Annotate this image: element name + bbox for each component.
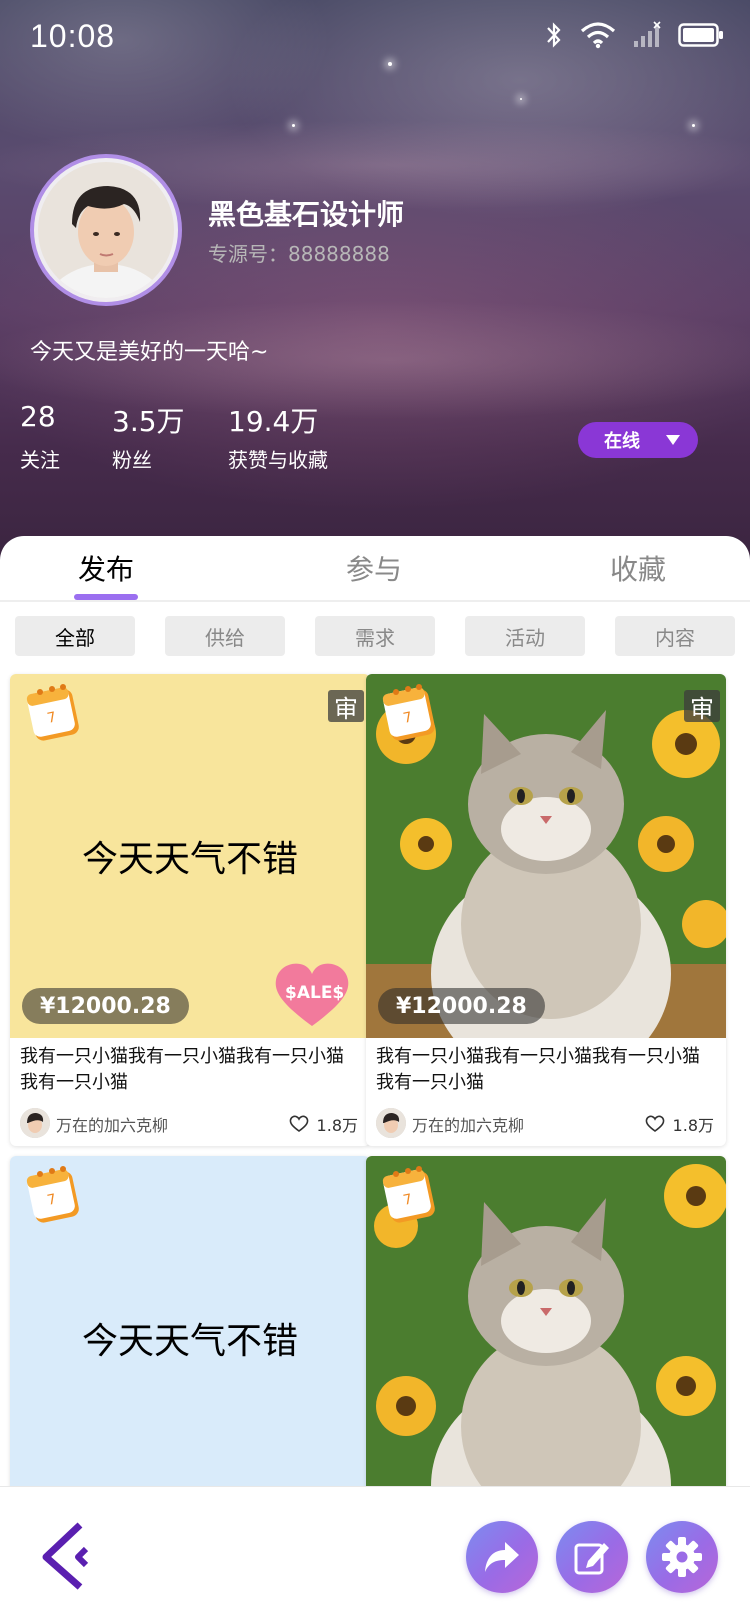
review-status-badge: 审 (328, 690, 364, 723)
svg-text:$ALE$: $ALE$ (285, 983, 344, 1003)
post-image: 今天天气不错 7 审 $ALE$ ¥12000.28 (10, 674, 370, 1038)
like-count[interactable]: 1.8万 (289, 1112, 358, 1136)
back-arrow-icon[interactable] (40, 1521, 100, 1591)
stat-value: 3.5万 (112, 405, 185, 438)
calendar-icon: 7 (382, 684, 435, 741)
post-card[interactable]: 7 (366, 1156, 726, 1486)
calendar-icon: 7 (26, 684, 79, 741)
active-tab-indicator (74, 594, 138, 600)
tab-published[interactable]: 发布 (78, 548, 134, 588)
share-arrow-icon (485, 1542, 519, 1572)
price-tag: ¥12000.28 (22, 988, 189, 1024)
post-title: 我有一只小猫我有一只小猫我有一只小猫我有一只小猫 (20, 1046, 344, 1093)
stat-label: 粉丝 (112, 448, 152, 472)
stat-followers[interactable]: 3.5万 粉丝 (112, 400, 198, 473)
sales-heart-icon: $ALE$ (275, 963, 349, 1026)
avatar-image (38, 162, 174, 298)
stat-value: 19.4万 (228, 405, 319, 438)
author-avatar[interactable] (20, 1108, 50, 1138)
settings-button[interactable] (646, 1521, 718, 1593)
like-count-value: 1.8万 (316, 1116, 358, 1135)
stat-label: 关注 (20, 448, 60, 472)
filter-chips: 全部 供给 需求 活动 内容 (15, 616, 735, 656)
filter-demand[interactable]: 需求 (315, 616, 435, 656)
post-card[interactable]: 7 审 ¥12000.28 我有一只小猫我有一只小猫我有一只小猫我有一只小猫 万… (366, 674, 726, 1146)
profile-avatar[interactable] (30, 154, 182, 306)
edit-icon (574, 1543, 609, 1575)
author-avatar[interactable] (376, 1108, 406, 1138)
online-status-label: 在线 (604, 431, 640, 452)
review-status-badge: 审 (684, 690, 720, 723)
heart-icon (645, 1115, 664, 1132)
filter-content[interactable]: 内容 (615, 616, 735, 656)
stat-label: 获赞与收藏 (228, 448, 328, 472)
cellular-signal-icon (634, 21, 661, 47)
post-footer: 万在的加六克柳 1.8万 (10, 1098, 370, 1146)
bottom-action-bar (0, 1486, 750, 1624)
star-decoration (292, 124, 295, 127)
filter-activity[interactable]: 活动 (465, 616, 585, 656)
bluetooth-icon (547, 22, 561, 48)
stat-value: 28 (20, 400, 56, 433)
post-card[interactable]: 今天天气不错 7 (10, 1156, 370, 1486)
content-panel: 发布 参与 收藏 全部 供给 需求 活动 内容 今天天气不错 7 审 $ALE$… (0, 536, 750, 1486)
post-title: 我有一只小猫我有一只小猫我有一只小猫我有一只小猫 (376, 1046, 700, 1093)
status-time: 10:08 (30, 18, 116, 54)
author-name[interactable]: 万在的加六克柳 (412, 1112, 524, 1136)
battery-icon (678, 23, 723, 47)
post-image: 7 (366, 1156, 726, 1486)
content-tabs: 发布 参与 收藏 (0, 536, 750, 602)
calendar-icon: 7 (382, 1166, 435, 1223)
tab-participated[interactable]: 参与 (346, 548, 402, 588)
star-decoration (520, 98, 522, 100)
filter-all[interactable]: 全部 (15, 616, 135, 656)
status-icons (544, 20, 724, 50)
like-count-value: 1.8万 (672, 1116, 714, 1135)
profile-source-id: 专源号：88888888 (208, 242, 390, 266)
star-decoration (692, 124, 695, 127)
filter-supply[interactable]: 供给 (165, 616, 285, 656)
profile-stats: 28 关注 3.5万 粉丝 19.4万 获赞与收藏 (20, 400, 408, 473)
status-bar: 10:08 (0, 0, 750, 74)
tab-favorites[interactable]: 收藏 (610, 548, 666, 588)
stat-likes-collections[interactable]: 19.4万 获赞与收藏 (228, 400, 378, 473)
like-count[interactable]: 1.8万 (645, 1112, 714, 1136)
wifi-icon (580, 22, 616, 49)
stat-following[interactable]: 28 关注 (20, 400, 82, 473)
share-button[interactable] (466, 1521, 538, 1593)
chevron-down-icon (666, 435, 680, 445)
calendar-icon: 7 (26, 1166, 79, 1223)
post-card[interactable]: 今天天气不错 7 审 $ALE$ ¥12000.28 我有一只小猫我有一只小猫我… (10, 674, 370, 1146)
price-tag: ¥12000.28 (378, 988, 545, 1024)
author-name[interactable]: 万在的加六克柳 (56, 1112, 168, 1136)
gear-icon (662, 1537, 702, 1577)
edit-button[interactable] (556, 1521, 628, 1593)
post-footer: 万在的加六克柳 1.8万 (366, 1098, 726, 1146)
heart-icon (289, 1115, 308, 1132)
post-image: 今天天气不错 7 (10, 1156, 370, 1486)
profile-nickname: 黑色基石设计师 (208, 198, 405, 231)
post-image: 7 审 ¥12000.28 (366, 674, 726, 1038)
online-status-dropdown[interactable]: 在线 (578, 422, 698, 458)
profile-bio: 今天又是美好的一天哈~ (30, 340, 269, 365)
